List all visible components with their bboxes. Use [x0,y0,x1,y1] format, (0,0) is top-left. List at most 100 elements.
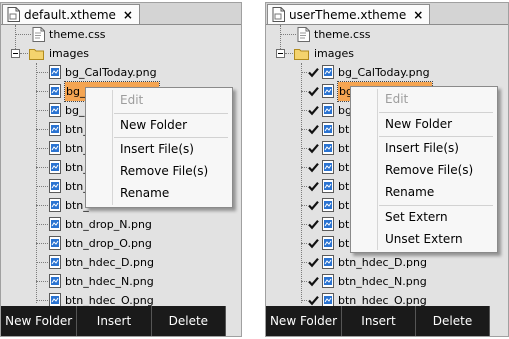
menu-item-edit[interactable]: Edit [385,89,408,109]
image-file-icon [322,198,334,212]
folder-icon [29,49,44,60]
tree-item-label: btn_hdec_N.png [338,275,427,288]
checkbox-checked-icon[interactable] [307,218,320,231]
image-file-icon [49,160,61,174]
tree-item-file[interactable]: bg_CalToday.png [1,63,241,82]
collapse-minus-icon[interactable] [11,49,20,58]
tree-item-file[interactable]: btn_hdec_N.png [1,272,241,291]
delete-button[interactable]: Delete [416,306,491,336]
close-tab-icon[interactable]: × [413,8,423,22]
image-file-icon [49,179,61,193]
collapse-minus-icon[interactable] [276,49,285,58]
image-file-icon [49,217,61,231]
tree-item-label: bg_CalToday.png [338,66,430,79]
tree-item-label: bg_ [65,104,85,117]
tab-title: default.xtheme [24,7,116,22]
tree-item-label: btn_drop_O.png [65,237,152,250]
tree-item-file[interactable]: btn_hdec_O.png [266,291,508,306]
new-folder-button[interactable]: New Folder [1,306,78,336]
image-file-icon [49,236,61,250]
tree-item-folder[interactable]: images [1,44,241,63]
checkbox-checked-icon[interactable] [307,85,320,98]
close-tab-icon[interactable]: × [123,8,133,22]
menu-item-new-folder[interactable]: New Folder [120,115,187,135]
menu-item-edit[interactable]: Edit [120,90,143,110]
new-folder-button[interactable]: New Folder [266,306,342,336]
menu-item-unset-extern[interactable]: Unset Extern [385,229,463,249]
image-file-icon [322,217,334,231]
tab-title: userTheme.xtheme [289,7,407,22]
tree-item-file[interactable]: btn_hdec_O.png [1,291,241,306]
css-file-icon [297,27,310,42]
image-file-icon [322,274,334,288]
checkbox-checked-icon[interactable] [307,199,320,212]
tree-item-label: btn_hdec_O.png [338,294,427,306]
image-file-icon [322,293,334,306]
tree-item-label: images [49,47,89,60]
context-menu: Edit New Folder Insert File(s) Remove Fi… [85,87,233,208]
tree-item-label: theme.css [49,28,106,41]
menu-item-insert-files[interactable]: Insert File(s) [385,138,459,158]
checkbox-checked-icon[interactable] [307,237,320,250]
menu-item-remove-files[interactable]: Remove File(s) [385,160,473,180]
tree-item-file[interactable]: btn_hdec_N.png [266,272,508,291]
menu-item-insert-files[interactable]: Insert File(s) [120,139,194,159]
folder-icon [294,49,309,60]
menu-item-set-extern[interactable]: Set Extern [385,207,448,227]
checkbox-checked-icon[interactable] [307,142,320,155]
image-file-icon [49,84,61,98]
context-menu: Edit New Folder Insert File(s) Remove Fi… [350,86,498,253]
image-file-icon [322,65,334,79]
image-file-icon [49,293,61,306]
tree-item-label: images [314,47,354,60]
action-bar: New Folder Insert Delete [266,306,491,336]
checkbox-checked-icon[interactable] [307,66,320,79]
image-file-icon [49,255,61,269]
tree-item-css[interactable]: theme.css [1,25,241,44]
image-file-icon [322,255,334,269]
document-icon [272,7,285,22]
tree-item-label: btn_drop_N.png [65,218,152,231]
image-file-icon [322,141,334,155]
image-file-icon [49,65,61,79]
checkbox-checked-icon[interactable] [307,161,320,174]
action-bar: New Folder Insert Delete [1,306,227,336]
menu-item-rename[interactable]: Rename [385,182,434,202]
insert-button[interactable]: Insert [342,306,416,336]
tree-item-folder[interactable]: images [266,44,508,63]
image-file-icon [322,236,334,250]
checkbox-checked-icon[interactable] [307,294,320,306]
image-file-icon [49,122,61,136]
tree-item-css[interactable]: theme.css [266,25,508,44]
image-file-icon [322,122,334,136]
checkbox-checked-icon[interactable] [307,256,320,269]
image-file-icon [322,179,334,193]
menu-item-rename[interactable]: Rename [120,183,169,203]
tab-usertheme-xtheme[interactable]: userTheme.xtheme × [267,4,431,24]
tree-item-label: theme.css [314,28,371,41]
insert-button[interactable]: Insert [77,306,152,336]
tree-item-label: btn_hdec_O.png [65,294,154,306]
tree-item-file[interactable]: bg_CalToday.png [266,63,508,82]
image-file-icon [49,103,61,117]
image-file-icon [49,141,61,155]
menu-item-new-folder[interactable]: New Folder [385,114,452,134]
checkbox-checked-icon[interactable] [307,275,320,288]
right-theme-panel: userTheme.xtheme × theme.css images bg_C… [265,2,509,337]
image-file-icon [322,160,334,174]
tab-default-xtheme[interactable]: default.xtheme × [2,4,140,24]
menu-item-remove-files[interactable]: Remove File(s) [120,161,208,181]
delete-button[interactable]: Delete [152,306,227,336]
tree-item-file[interactable]: btn_hdec_D.png [1,253,241,272]
tree-item-file[interactable]: btn_drop_N.png [1,215,241,234]
image-file-icon [322,103,334,117]
tree-item-label: btn_hdec_D.png [338,256,427,269]
tree-item-file[interactable]: btn_drop_O.png [1,234,241,253]
left-theme-panel: default.xtheme × theme.css images bg_Cal… [0,2,242,337]
checkbox-checked-icon[interactable] [307,104,320,117]
css-file-icon [32,27,45,42]
tree-item-file[interactable]: btn_hdec_D.png [266,253,508,272]
image-file-icon [49,198,61,212]
checkbox-checked-icon[interactable] [307,180,320,193]
checkbox-checked-icon[interactable] [307,123,320,136]
